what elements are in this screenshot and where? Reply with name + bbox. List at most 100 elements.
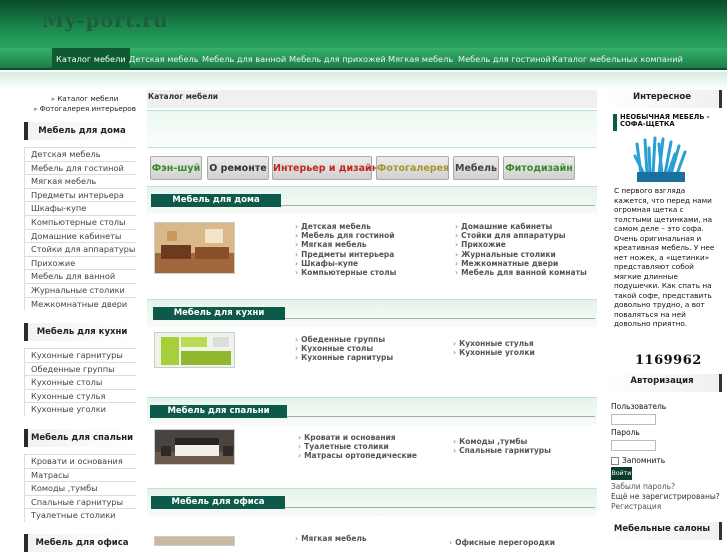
section-link[interactable]: › Туалетные столики bbox=[298, 442, 417, 451]
bullet-icon: ▸ bbox=[51, 95, 56, 103]
left-item[interactable]: Кухонные уголки bbox=[24, 402, 136, 416]
left-item[interactable]: Спальные гарнитуры bbox=[24, 494, 136, 509]
kitchen-image[interactable] bbox=[154, 332, 235, 368]
section-links-col2: › Домашние кабинеты › Стойки для аппаратур… bbox=[455, 222, 587, 277]
login-button[interactable]: Войти bbox=[611, 467, 632, 480]
left-item[interactable]: Кухонные стулья bbox=[24, 388, 136, 403]
left-item[interactable]: Туалетные столики bbox=[24, 508, 136, 522]
site-logo[interactable]: My-port.ru bbox=[42, 8, 168, 32]
section-link[interactable]: › Домашние кабинеты bbox=[455, 222, 587, 231]
left-item[interactable]: Кухонные гарнитуры bbox=[24, 348, 136, 362]
left-item[interactable]: Кровати и основания bbox=[24, 454, 136, 468]
section-link[interactable]: › Детская мебель bbox=[295, 222, 396, 231]
section-link[interactable]: › Компьютерные столы bbox=[295, 268, 396, 277]
arrow-icon: › bbox=[295, 240, 299, 250]
left-item[interactable]: Кухонные столы bbox=[24, 375, 136, 389]
left-item[interactable]: Межкомнатные двери bbox=[24, 296, 136, 311]
section-link[interactable]: › Стойки для аппаратуры bbox=[455, 231, 587, 240]
left-item[interactable]: Комоды ,тумбы bbox=[24, 481, 136, 495]
arrow-icon: › bbox=[455, 258, 459, 268]
register-link[interactable]: Регистрация bbox=[611, 502, 661, 512]
left-item[interactable]: Компьютерные столы bbox=[24, 214, 136, 229]
left-item[interactable]: Мебель для ванной bbox=[24, 269, 136, 283]
living-room-image[interactable] bbox=[154, 222, 235, 274]
article-title[interactable]: НЕОБЫЧНАЯ МЕБЕЛЬ - СОФА-ЩЕТКА bbox=[613, 113, 717, 131]
left-link-gallery[interactable]: ▸ Фотогалерея интерьеров bbox=[30, 104, 140, 114]
section-title[interactable]: Мебель для спальни bbox=[150, 405, 287, 418]
section-link[interactable]: › Обеденные группы bbox=[295, 335, 393, 344]
arrow-icon: › bbox=[295, 353, 299, 363]
left-item[interactable]: Предметы интерьера bbox=[24, 187, 136, 202]
tab-fengshui[interactable]: Фэн-шуй bbox=[150, 156, 202, 180]
nav-item-catalog[interactable]: Каталог мебели bbox=[52, 48, 130, 70]
nav-item-living[interactable]: Мебель для гостиной bbox=[458, 48, 551, 70]
left-item[interactable]: Обеденные группы bbox=[24, 361, 136, 376]
tab-interior[interactable]: Интерьер и дизайн bbox=[272, 156, 378, 180]
arrow-icon: › bbox=[295, 335, 299, 344]
tab-gallery[interactable]: Фотогалерея bbox=[376, 156, 449, 180]
section-link[interactable]: › Журнальные столики bbox=[455, 250, 587, 259]
divider bbox=[287, 416, 595, 417]
bullet-icon: ▸ bbox=[34, 105, 38, 113]
section-link[interactable]: › Кухонные стулья bbox=[453, 339, 535, 348]
section-link[interactable]: › Кухонные гарнитуры bbox=[295, 353, 393, 362]
arrow-icon: › bbox=[295, 249, 299, 259]
remember-checkbox[interactable] bbox=[611, 456, 619, 465]
arrow-icon: › bbox=[455, 222, 459, 231]
section-link[interactable]: › Офисные перегородки bbox=[449, 538, 555, 547]
section-link[interactable]: › Кухонные уголки bbox=[453, 348, 535, 357]
nav-item-companies[interactable]: Каталог мебельных компаний bbox=[552, 48, 683, 70]
tab-furniture[interactable]: Мебель bbox=[453, 156, 499, 180]
left-item[interactable]: Шкафы-купе bbox=[24, 201, 136, 215]
tab-phytodesign[interactable]: Фитодизайн bbox=[503, 156, 575, 180]
arrow-icon: › bbox=[455, 231, 459, 241]
section-link[interactable]: › Кровати и основания bbox=[298, 433, 417, 442]
left-item[interactable]: Мебель для гостиной bbox=[24, 160, 136, 175]
main-content: Каталог мебели Фэн-шуй О ремонте Интерье… bbox=[147, 90, 597, 547]
section-link[interactable]: › Матрасы ортопедические bbox=[298, 451, 417, 460]
section-link[interactable]: › Шкафы-купе bbox=[295, 259, 396, 268]
visit-counter: 1169962 bbox=[635, 353, 702, 368]
section-link[interactable]: › Мягкая мебель bbox=[295, 240, 396, 249]
left-link-catalog[interactable]: ▸ Каталог мебели bbox=[30, 94, 140, 104]
section-link[interactable]: › Кухонные столы bbox=[295, 344, 393, 353]
section-link[interactable]: › Мягкая мебель bbox=[295, 534, 367, 543]
nav-item-bathroom[interactable]: Мебель для ванной bbox=[202, 48, 286, 70]
sofa-brush-image[interactable] bbox=[631, 134, 691, 192]
section-link[interactable]: › Межкомнатные двери bbox=[455, 259, 587, 268]
username-input[interactable] bbox=[611, 414, 656, 425]
left-item[interactable]: Стойки для аппаратуры bbox=[24, 242, 136, 256]
section-bedroom: Мебель для спальни › Кровати и основания … bbox=[147, 397, 597, 482]
remember-checkbox-row[interactable]: Запомнить bbox=[611, 456, 665, 465]
forgot-password-link[interactable]: Забыли пароль? bbox=[611, 482, 675, 492]
banner bbox=[147, 110, 597, 148]
bedroom-image[interactable] bbox=[154, 429, 235, 465]
left-item[interactable]: Матрасы bbox=[24, 467, 136, 482]
left-item[interactable]: Домашние кабинеты bbox=[24, 228, 136, 243]
section-title[interactable]: Мебель для дома bbox=[151, 194, 281, 207]
left-section-office: Мебель для офиса bbox=[24, 534, 136, 552]
password-input[interactable] bbox=[611, 440, 656, 451]
left-item[interactable]: Прихожие bbox=[24, 255, 136, 270]
section-title[interactable]: Мебель для кухни bbox=[153, 307, 285, 320]
left-item[interactable]: Детская мебель bbox=[24, 147, 136, 161]
nav-item-hallway[interactable]: Мебель для прихожей bbox=[289, 48, 386, 70]
left-item[interactable]: Мягкая мебель bbox=[24, 174, 136, 188]
section-home: Мебель для дома › Детская мебель › Мебель … bbox=[147, 186, 597, 296]
arrow-icon: › bbox=[453, 339, 457, 348]
site-header: My-port.ru bbox=[0, 0, 727, 48]
nav-item-upholstered[interactable]: Мягкая мебель bbox=[388, 48, 453, 70]
section-links-col2: › Кухонные стулья › Кухонные уголки bbox=[453, 339, 535, 357]
section-link[interactable]: › Прихожие bbox=[455, 240, 587, 249]
left-item[interactable]: Журнальные столики bbox=[24, 282, 136, 297]
section-link[interactable]: › Спальные гарнитуры bbox=[453, 446, 551, 455]
section-link[interactable]: › Мебель для гостиной bbox=[295, 231, 396, 240]
nav-item-kids[interactable]: Детская мебель bbox=[129, 48, 199, 70]
section-link[interactable]: › Предметы интерьера bbox=[295, 250, 396, 259]
tab-repair[interactable]: О ремонте bbox=[207, 156, 269, 180]
section-title[interactable]: Мебель для офиса bbox=[151, 496, 285, 509]
section-link[interactable]: › Комоды ,тумбы bbox=[453, 437, 551, 446]
arrow-icon: › bbox=[295, 231, 299, 241]
section-links-col1: › Детская мебель › Мебель для гостиной › Мя… bbox=[295, 222, 396, 277]
section-link[interactable]: › Мебель для ванной комнаты bbox=[455, 268, 587, 277]
